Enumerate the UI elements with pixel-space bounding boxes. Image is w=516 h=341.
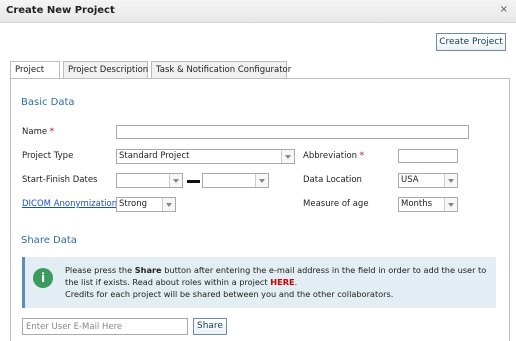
finish-date-select[interactable] xyxy=(202,173,269,188)
project-type-value: Standard Project xyxy=(119,151,190,161)
info-text-end: . xyxy=(294,277,298,287)
roles-here-link[interactable]: HERE xyxy=(270,277,294,287)
share-info-box: i Please press the Share button after en… xyxy=(22,257,496,308)
name-required-mark: * xyxy=(49,127,55,137)
chevron-down-icon xyxy=(444,174,457,187)
dates-label: Start-Finish Dates xyxy=(22,175,98,185)
name-label-text: Name xyxy=(22,127,48,137)
close-icon[interactable]: × xyxy=(500,4,508,15)
tab-project[interactable]: Project xyxy=(10,61,60,79)
data-location-select[interactable]: USA xyxy=(398,173,458,188)
basic-data-heading: Basic Data xyxy=(21,97,75,108)
tab-project-description[interactable]: Project Description xyxy=(63,61,148,79)
info-text-share: Share xyxy=(134,265,162,275)
email-field[interactable] xyxy=(22,318,188,335)
project-type-label: Project Type xyxy=(22,151,74,161)
abbreviation-label-text: Abbreviation xyxy=(303,151,358,161)
name-field[interactable] xyxy=(116,125,469,139)
window-title: Create New Project xyxy=(6,5,115,16)
name-label: Name * xyxy=(22,127,54,137)
info-icon: i xyxy=(33,268,53,288)
share-data-heading: Share Data xyxy=(21,235,77,246)
info-text-pre: Please press the xyxy=(65,265,135,275)
date-range-dash xyxy=(187,180,200,183)
tab-task-notification-configurator[interactable]: Task & Notification Configurator xyxy=(151,61,291,79)
share-info-text: Please press the Share button after ente… xyxy=(65,264,495,300)
abbreviation-required-mark: * xyxy=(359,151,364,161)
measure-of-age-label: Measure of age xyxy=(303,199,369,209)
measure-of-age-value: Months xyxy=(401,199,433,209)
data-location-value: USA xyxy=(401,175,419,185)
dicom-anonymization-select[interactable]: Strong xyxy=(116,197,176,212)
dicom-anonymization-value: Strong xyxy=(119,199,148,209)
info-text-credits: Credits for each project will be shared … xyxy=(65,289,394,299)
project-tab-panel: Basic Data Name * Project Type Standard … xyxy=(10,78,510,341)
project-type-select[interactable]: Standard Project xyxy=(116,149,295,164)
dicom-anonymization-link[interactable]: DICOM Anonymization xyxy=(22,199,117,209)
share-button[interactable]: Share xyxy=(193,318,227,335)
abbreviation-field[interactable] xyxy=(398,149,458,163)
chevron-down-icon xyxy=(444,198,457,211)
abbreviation-label: Abbreviation * xyxy=(303,151,364,161)
chevron-down-icon xyxy=(255,174,268,187)
create-project-button[interactable]: Create Project xyxy=(436,33,506,51)
data-location-label: Data Location xyxy=(303,175,362,185)
chevron-down-icon xyxy=(162,198,175,211)
title-bar: Create New Project × xyxy=(0,0,516,23)
chevron-down-icon xyxy=(281,150,294,163)
measure-of-age-select[interactable]: Months xyxy=(398,197,458,212)
chevron-down-icon xyxy=(169,174,182,187)
start-date-select[interactable] xyxy=(116,173,183,188)
